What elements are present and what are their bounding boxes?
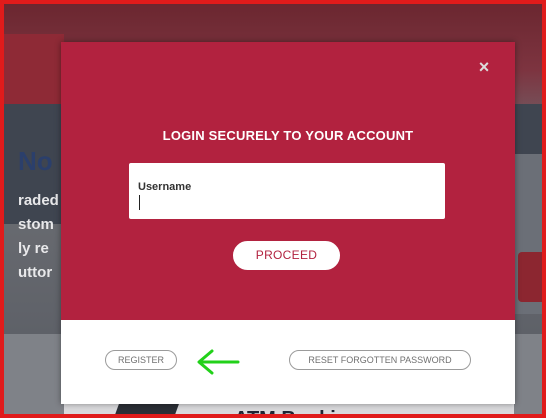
background-heading: No	[18, 146, 53, 176]
background-banner-block	[4, 34, 64, 104]
background-text-line: uttor	[18, 264, 53, 281]
login-modal: × LOGIN SECURELY TO YOUR ACCOUNT Usernam…	[61, 42, 515, 404]
close-icon[interactable]: ×	[475, 58, 493, 76]
reset-password-button[interactable]: RESET FORGOTTEN PASSWORD	[289, 350, 471, 370]
atm-card-icon	[112, 402, 180, 414]
text-cursor	[139, 195, 140, 210]
background-text-line: ly re	[18, 240, 49, 257]
proceed-button[interactable]: PROCEED	[233, 241, 340, 270]
background-user-icon	[518, 252, 542, 302]
background-atm-title: ATM Banking	[234, 408, 360, 414]
username-label: Username	[138, 181, 192, 193]
register-button[interactable]: REGISTER	[105, 350, 177, 370]
username-field[interactable]: Username	[129, 163, 445, 219]
screenshot-frame: No raded stom ly re uttor ATM Banking × …	[0, 0, 546, 418]
background-text-line: stom	[18, 216, 54, 233]
background-text-line: raded	[18, 192, 59, 209]
left-arrow-icon	[197, 349, 240, 375]
modal-title: LOGIN SECURELY TO YOUR ACCOUNT	[162, 128, 414, 143]
